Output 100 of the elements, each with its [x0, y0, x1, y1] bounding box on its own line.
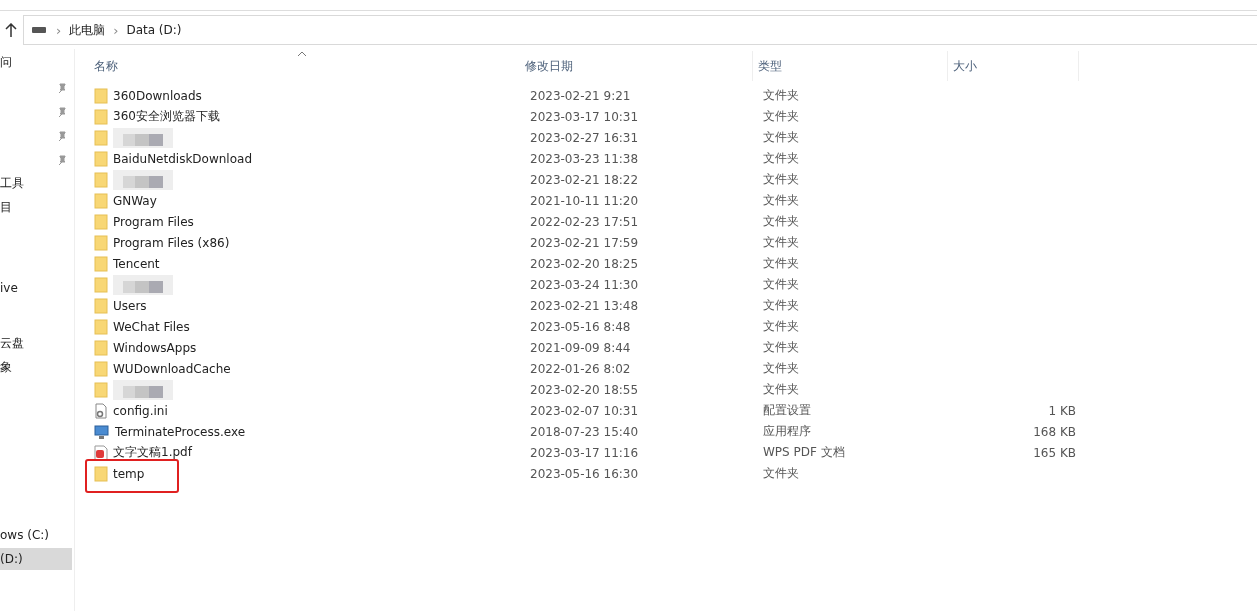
date-cell-text: 2023-05-16 8:48 — [529, 319, 632, 334]
type-cell-text: 文件夹 — [762, 213, 800, 230]
folder-icon — [94, 381, 108, 398]
folder-icon — [94, 276, 108, 293]
folder-icon — [94, 255, 108, 272]
folder-icon — [94, 129, 108, 146]
size-cell: 1 KB — [1048, 403, 1076, 418]
breadcrumb[interactable]: Data (D:) — [126, 23, 182, 37]
drive-icon — [32, 27, 46, 33]
breadcrumb[interactable]: 此电脑 — [69, 21, 106, 39]
type-cell-text: 文件夹 — [762, 276, 800, 293]
type-cell-text: 文件夹 — [762, 255, 800, 272]
nav-item[interactable]: 象 — [0, 356, 72, 378]
folder-icon — [94, 318, 108, 335]
date-cell-text: 2023-02-21 13:48 — [529, 298, 640, 313]
file-name[interactable]: temp — [113, 466, 145, 481]
nav-label: 目 — [0, 198, 12, 216]
folder-icon — [94, 87, 108, 104]
type-cell-text: 文件夹 — [762, 360, 800, 377]
type-cell-text: WPS PDF 文档 — [762, 444, 846, 461]
file-name[interactable]: BaiduNetdiskDownload — [113, 151, 252, 166]
date-cell-text: 2023-02-21 18:22 — [529, 172, 640, 187]
nav-item[interactable]: ive — [0, 277, 72, 299]
type-cell-text: 应用程序 — [762, 423, 812, 440]
date-cell-text: 2018-07-23 15:40 — [529, 424, 640, 439]
date-cell-text: 2023-02-21 17:59 — [529, 235, 640, 250]
nav-label: ows (C:) — [0, 528, 49, 542]
nav-item[interactable]: 问 — [0, 51, 72, 73]
date-cell-text: 2023-05-16 16:30 — [529, 466, 640, 481]
date-cell-text: 2023-03-17 10:31 — [529, 109, 640, 124]
file-name[interactable]: Users — [113, 298, 147, 313]
type-cell-text: 文件夹 — [762, 150, 800, 167]
up-arrow-icon[interactable] — [5, 23, 17, 37]
folder-icon — [94, 108, 108, 125]
date-cell-text: 2021-09-09 8:44 — [529, 340, 632, 355]
type-cell-text: 文件夹 — [762, 171, 800, 188]
size-cell: 168 KB — [1033, 424, 1076, 439]
address-bar[interactable]: › 此电脑 › Data (D:) — [23, 15, 1257, 45]
file-name[interactable]: Tencent — [113, 256, 160, 271]
nav-label: ive — [0, 281, 18, 295]
file-name[interactable]: 文字文稿1.pdf — [113, 444, 192, 461]
file-name[interactable]: config.ini — [113, 403, 168, 418]
column-header[interactable]: 修改日期 — [520, 51, 753, 81]
date-cell-text: 2023-03-17 11:16 — [529, 445, 640, 460]
folder-icon — [94, 171, 108, 188]
nav-item[interactable]: ows (C:) — [0, 524, 72, 546]
file-name[interactable]: WUDownloadCache — [113, 361, 231, 376]
column-header[interactable]: 名称 — [89, 51, 520, 81]
application-icon — [94, 423, 110, 440]
column-header[interactable]: 类型 — [753, 51, 948, 81]
folder-icon — [94, 339, 108, 356]
nav-label: 工具 — [0, 174, 24, 192]
type-cell-text: 文件夹 — [762, 234, 800, 251]
date-cell-text: 2023-03-24 11:30 — [529, 277, 640, 292]
date-cell-text: 2023-03-23 11:38 — [529, 151, 640, 166]
date-cell-text: 2023-02-21 9:21 — [529, 88, 632, 103]
folder-icon — [94, 297, 108, 314]
date-cell-text: 2023-02-07 10:31 — [529, 403, 640, 418]
date-cell-text: 2023-02-20 18:25 — [529, 256, 640, 271]
file-name[interactable]: Program Files — [113, 214, 194, 229]
file-name[interactable]: 360安全浏览器下载 — [113, 108, 220, 125]
type-cell-text: 文件夹 — [762, 192, 800, 209]
folder-icon — [94, 360, 108, 377]
date-cell-text: 2021-10-11 11:20 — [529, 193, 640, 208]
nav-label: 问 — [0, 53, 12, 71]
nav-label: 云盘 — [0, 334, 24, 352]
type-cell-text: 配置设置 — [762, 402, 812, 419]
file-name[interactable]: GNWay — [113, 193, 157, 208]
pdf-file-icon — [94, 444, 108, 461]
chevron-icon: › — [56, 22, 62, 38]
date-cell-text: 2023-02-20 18:55 — [529, 382, 640, 397]
nav-item[interactable]: (D:) — [0, 548, 72, 570]
nav-item[interactable]: 目 — [0, 196, 72, 218]
file-name[interactable]: WindowsApps — [113, 340, 197, 355]
folder-icon — [94, 234, 108, 251]
size-cell: 165 KB — [1033, 445, 1076, 460]
type-cell-text: 文件夹 — [762, 339, 800, 356]
nav-label: (D:) — [0, 552, 23, 566]
type-cell-text: 文件夹 — [762, 297, 800, 314]
nav-item[interactable]: 工具 — [0, 172, 72, 194]
file-name[interactable]: TerminateProcess.exe — [115, 424, 246, 439]
folder-icon — [94, 150, 108, 167]
chevron-icon: › — [113, 22, 119, 38]
nav-item[interactable]: 云盘 — [0, 332, 72, 354]
column-header[interactable]: 大小 — [948, 51, 1079, 81]
file-name[interactable]: Program Files (x86) — [113, 235, 230, 250]
folder-icon — [94, 192, 108, 209]
file-name[interactable]: WeChat Files — [113, 319, 190, 334]
type-cell-text: 文件夹 — [762, 465, 800, 482]
type-cell-text: 文件夹 — [762, 108, 800, 125]
type-cell-text: 文件夹 — [762, 87, 800, 104]
nav-label: 象 — [0, 358, 12, 376]
file-name[interactable]: 360Downloads — [113, 88, 202, 103]
folder-icon — [94, 213, 108, 230]
type-cell-text: 文件夹 — [762, 129, 800, 146]
settings-file-icon — [94, 402, 108, 419]
date-cell-text: 2023-02-27 16:31 — [529, 130, 640, 145]
date-cell-text: 2022-01-26 8:02 — [529, 361, 632, 376]
folder-icon — [94, 465, 108, 482]
type-cell-text: 文件夹 — [762, 381, 800, 398]
